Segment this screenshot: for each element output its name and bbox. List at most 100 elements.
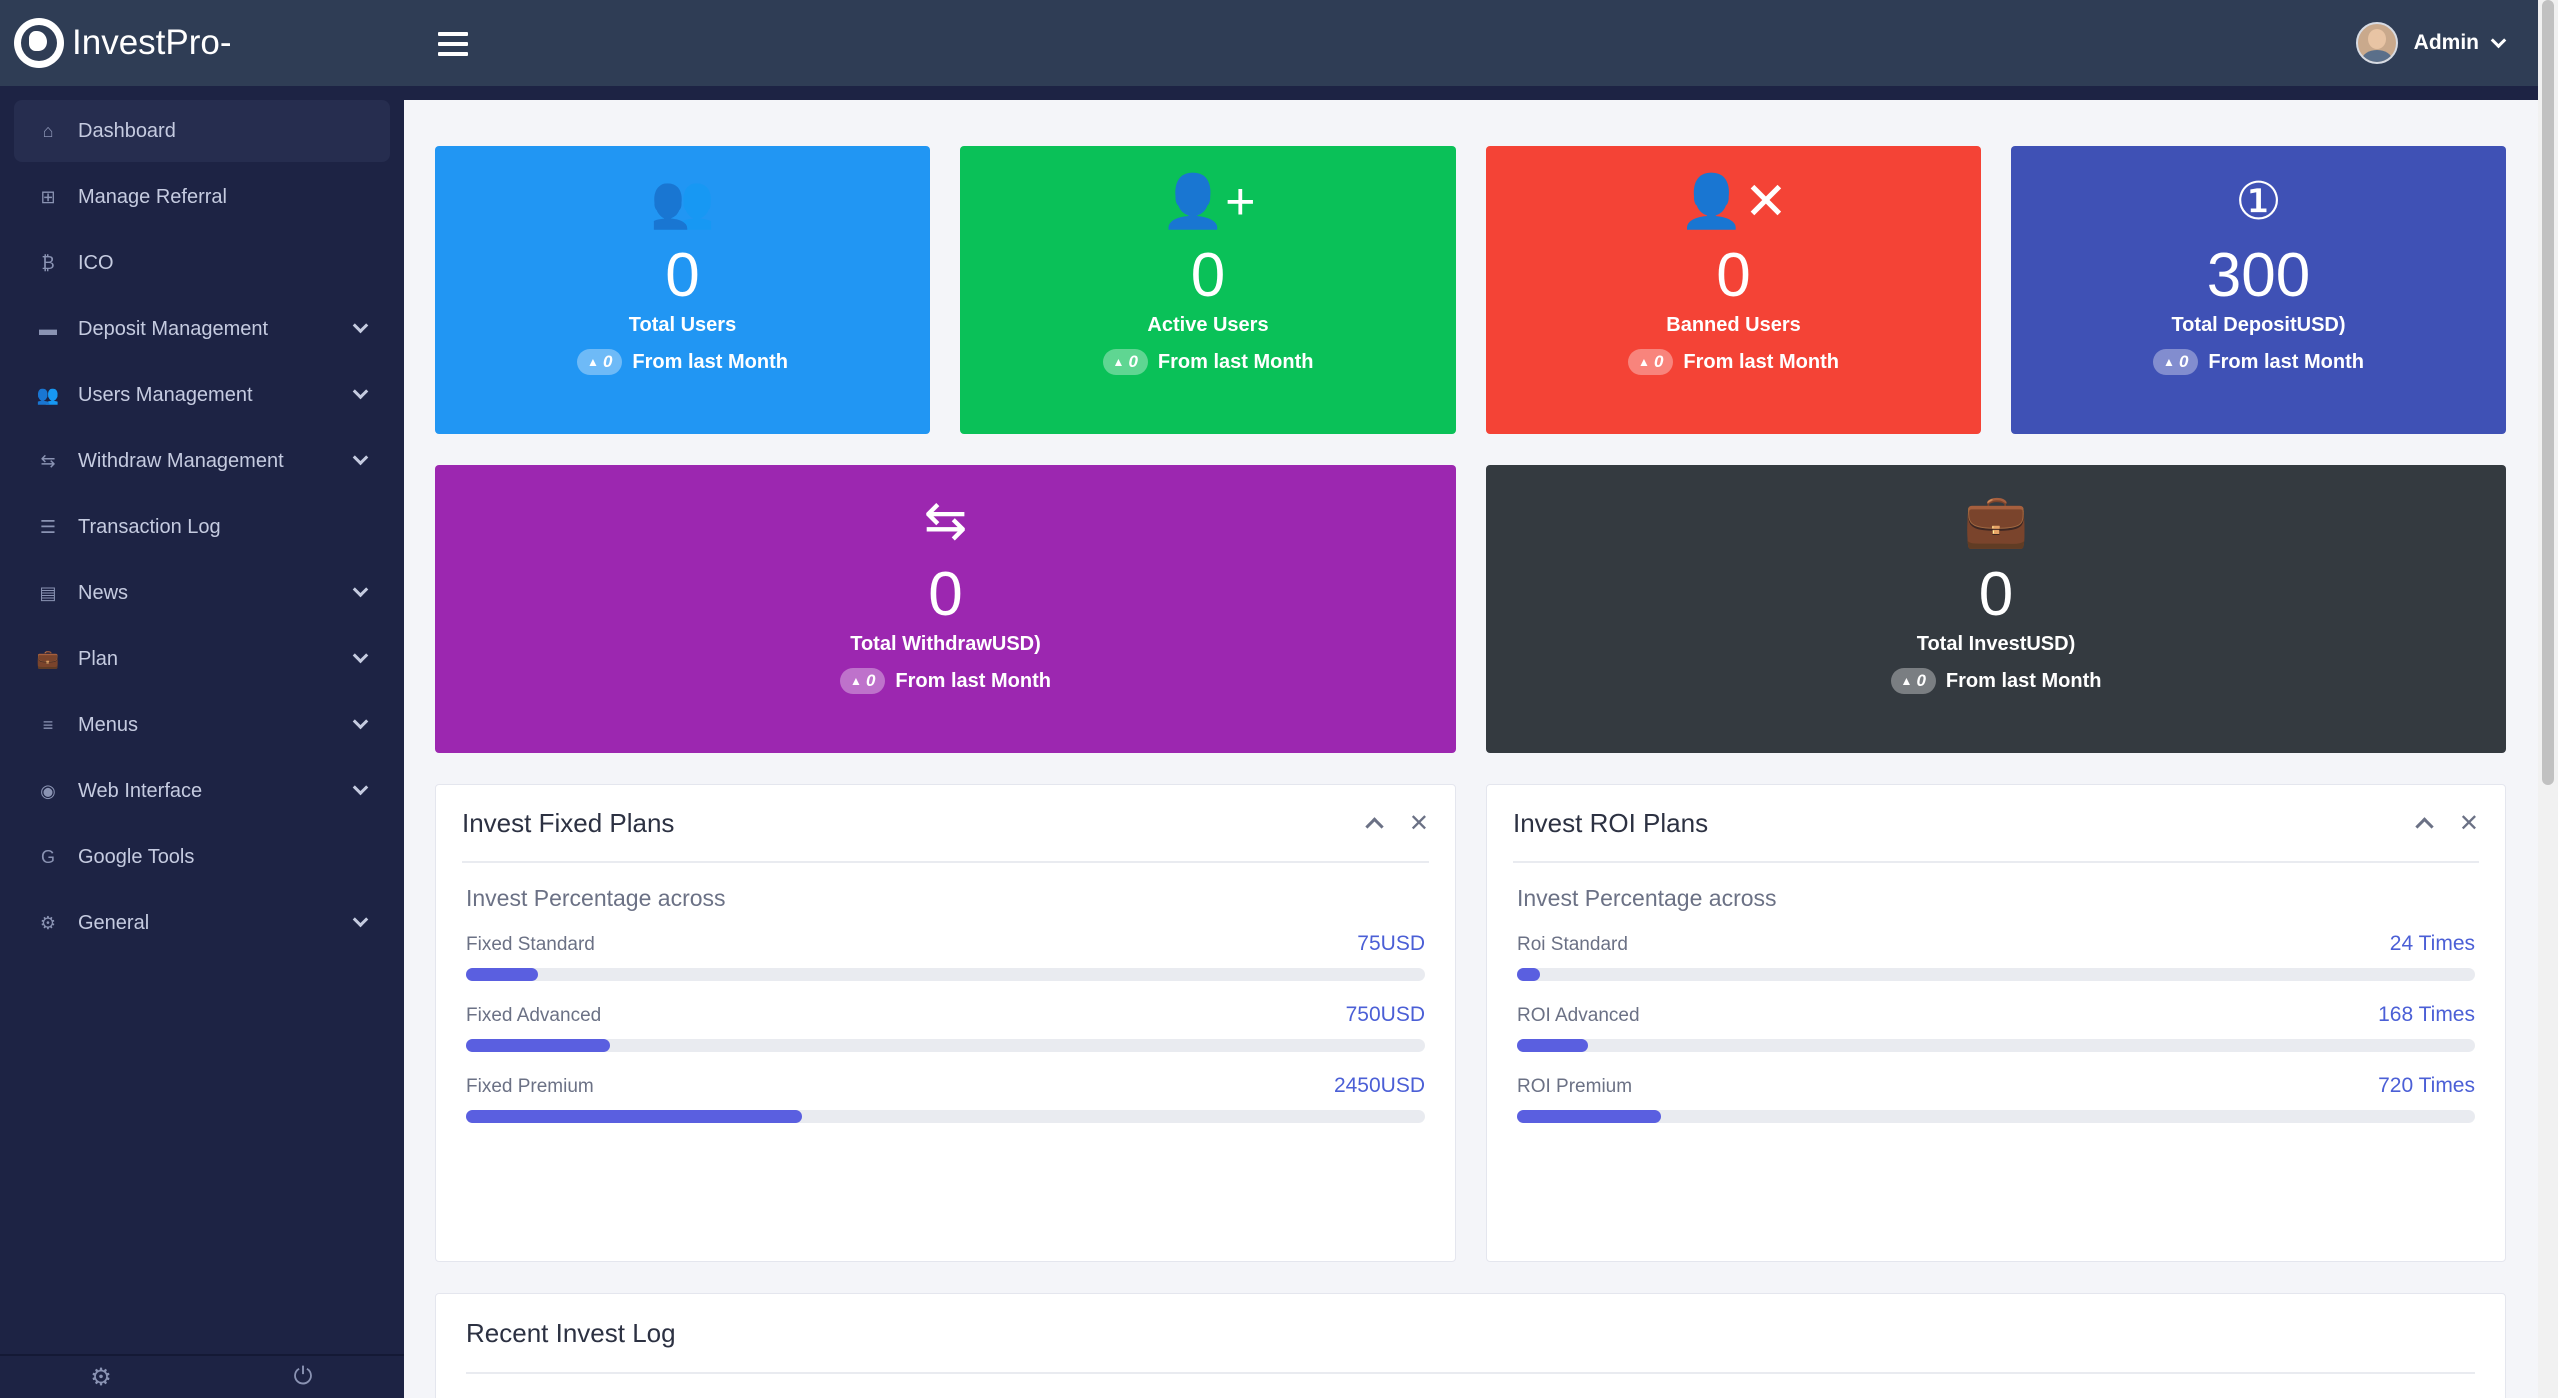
plan-value: 2450USD: [1333, 1074, 1425, 1097]
sidebar: InvestPro- ⌂ Dashboard ⊞ Manage Referral ₿ IC…: [0, 0, 404, 1398]
retweet-icon: ⇆: [40, 450, 56, 471]
invest-roi-plans-panel: Invest ROI Plans ✕ Invest Percentage acr…: [1486, 784, 2506, 1262]
list-icon: ☰: [39, 516, 57, 537]
stat-footer: From last Month: [1683, 350, 1839, 373]
briefcase-icon: 💼: [36, 648, 60, 669]
change-value: 0: [1653, 352, 1664, 371]
sidebar-item-transaction-log[interactable]: ☰ Transaction Log: [14, 496, 390, 558]
caret-up-icon: ▲: [1900, 674, 1913, 688]
plan-value: 168 Times: [2378, 1003, 2475, 1026]
sidebar-item-label: Google Tools: [78, 845, 195, 868]
progress-track: [1517, 1039, 2475, 1052]
sidebar-item-label: General: [78, 911, 150, 934]
money-bill-icon: ①: [2235, 173, 2282, 231]
page-scrollbar[interactable]: [2538, 0, 2558, 1398]
plan-name: Roi Standard: [1517, 934, 1628, 955]
sidebar-item-label: Users Management: [78, 383, 253, 406]
collapse-icon[interactable]: [2415, 816, 2434, 836]
progress-row: ROI Premium 720 Times: [1517, 1068, 2475, 1123]
change-value: 0: [2178, 352, 2189, 371]
scrollbar-thumb[interactable]: [2542, 0, 2554, 785]
home-icon: ⌂: [42, 120, 54, 141]
change-value: 0: [1916, 671, 1926, 690]
sitemap-icon: ⊞: [40, 186, 56, 207]
sidebar-item-ico[interactable]: ₿ ICO: [14, 232, 390, 294]
stat-label: Total InvestUSD): [1916, 633, 2076, 655]
sidebar-item-menus[interactable]: ≡ Menus: [14, 694, 390, 756]
progress-row: Roi Standard 24 Times: [1517, 926, 2475, 981]
gear-icon[interactable]: ⚙: [0, 1356, 202, 1398]
sidebar-item-users-management[interactable]: 👥 Users Management: [14, 364, 390, 426]
progress-track: [466, 968, 1425, 981]
panel-subtitle: Invest Percentage across: [466, 885, 726, 911]
plan-value: 24 Times: [2389, 932, 2475, 955]
stat-card-total-users: 👥 0 Total Users ▲ 0 From last Month: [435, 146, 930, 434]
briefcase-icon: 💼: [1963, 492, 2029, 550]
caret-up-icon: ▲: [850, 674, 862, 688]
close-icon[interactable]: ✕: [2459, 809, 2479, 838]
power-icon[interactable]: ⏻: [202, 1356, 404, 1398]
progress-fill: [466, 1039, 610, 1052]
progress-fill: [1517, 1110, 1661, 1123]
progress-track: [466, 1039, 1425, 1052]
progress-fill: [466, 968, 538, 981]
progress-row: Fixed Premium 2450USD: [466, 1068, 1425, 1123]
plan-name: ROI Premium: [1517, 1076, 1633, 1097]
progress-track: [1517, 1110, 2475, 1123]
sidebar-item-deposit-management[interactable]: ▬ Deposit Management: [14, 298, 390, 360]
progress-row: ROI Advanced 168 Times: [1517, 997, 2475, 1052]
stat-value: 0: [665, 241, 700, 310]
sidebar-item-news[interactable]: ▤ News: [14, 562, 390, 624]
brand[interactable]: InvestPro-: [0, 0, 404, 86]
sidebar-item-label: Transaction Log: [78, 515, 221, 538]
stat-card-banned-users: 👤✕ 0 Banned Users ▲ 0 From last Month: [1486, 146, 1981, 434]
chevron-down-icon: [352, 911, 369, 928]
users-icon: 👥: [650, 173, 715, 231]
progress-row: Fixed Standard 75USD: [466, 926, 1425, 981]
avatar: [2355, 22, 2398, 64]
sidebar-item-withdraw-management[interactable]: ⇆ Withdraw Management: [14, 430, 390, 492]
google-icon: G: [40, 846, 55, 867]
sidebar-item-manage-referral[interactable]: ⊞ Manage Referral: [14, 166, 390, 228]
chevron-down-icon: [352, 647, 369, 664]
sidebar-item-label: ICO: [78, 251, 114, 274]
sidebar-item-label: Manage Referral: [78, 185, 227, 208]
sidebar-item-label: Plan: [78, 647, 119, 670]
close-icon[interactable]: ✕: [1409, 809, 1429, 838]
sidebar-item-label: Withdraw Management: [78, 449, 284, 472]
sidebar-item-general[interactable]: ⚙ General: [14, 892, 390, 954]
credit-card-icon: ▬: [39, 318, 57, 339]
sidebar-item-label: Dashboard: [78, 119, 176, 142]
menu-toggle-icon[interactable]: [438, 32, 468, 56]
sidebar-item-plan[interactable]: 💼 Plan: [14, 628, 390, 690]
plan-name: Fixed Advanced: [466, 1005, 602, 1026]
panel-subtitle: Invest Percentage across: [1517, 885, 1777, 911]
caret-up-icon: ▲: [2163, 355, 2175, 369]
user-plus-icon: 👤+: [1160, 173, 1256, 231]
change-badge: ▲ 0: [1102, 349, 1148, 375]
progress-fill: [1517, 968, 1540, 981]
stat-value: 0: [1190, 241, 1226, 310]
sidebar-item-label: News: [78, 581, 129, 604]
stat-footer: From last Month: [1945, 669, 2102, 692]
sidebar-item-dashboard[interactable]: ⌂ Dashboard: [14, 100, 390, 162]
stat-card-total-deposit: ① 300 Total DepositUSD) ▲ 0 From last Month: [2011, 146, 2506, 434]
brand-name: InvestPro-: [72, 23, 232, 62]
progress-fill: [1517, 1039, 1588, 1052]
change-value: 0: [865, 671, 876, 690]
invest-fixed-plans-panel: Invest Fixed Plans ✕ Invest Percentage a…: [435, 784, 1456, 1262]
stat-footer: From last Month: [1157, 350, 1314, 373]
sidebar-nav: ⌂ Dashboard ⊞ Manage Referral ₿ ICO ▬ Deposit M…: [0, 86, 404, 954]
sidebar-footer: ⚙ ⏻: [0, 1354, 404, 1398]
stat-label: Total Users: [628, 314, 737, 336]
user-name: Admin: [2413, 31, 2479, 54]
sidebar-item-web-interface[interactable]: ◉ Web Interface: [14, 760, 390, 822]
caret-up-icon: ▲: [587, 355, 599, 369]
stat-card-total-invest: 💼 0 Total InvestUSD) ▲ 0 From last Month: [1486, 465, 2506, 753]
collapse-icon[interactable]: [1365, 816, 1384, 836]
sidebar-item-google-tools[interactable]: G Google Tools: [14, 826, 390, 888]
sidebar-item-label: Web Interface: [78, 779, 203, 802]
retweet-icon: ⇆: [923, 492, 968, 550]
plan-name: ROI Advanced: [1517, 1005, 1640, 1026]
user-menu[interactable]: Admin: [2355, 22, 2507, 64]
